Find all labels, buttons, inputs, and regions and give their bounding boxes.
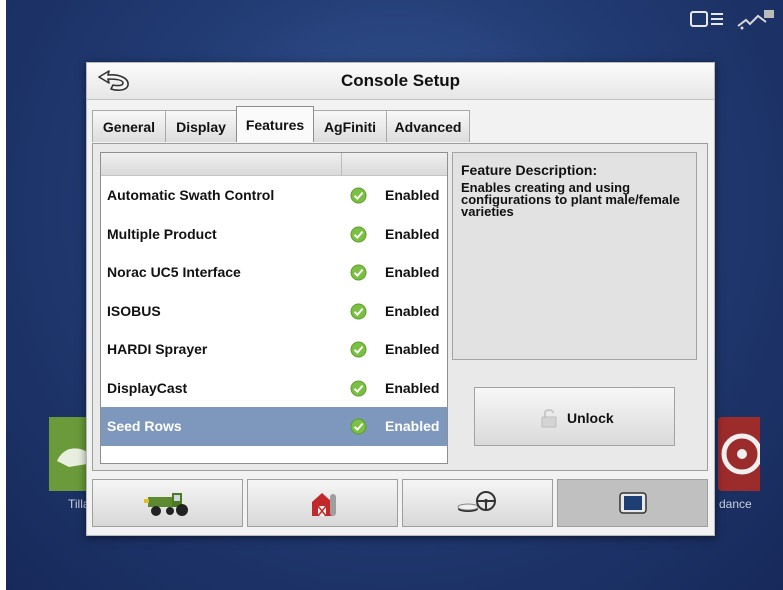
console-setup-dialog: Console Setup General Display Features A… bbox=[86, 62, 715, 536]
tab-features[interactable]: Features bbox=[236, 106, 314, 142]
tab-advanced[interactable]: Advanced bbox=[386, 110, 470, 142]
features-panel: Automatic Swath Control Enabled Multiple P… bbox=[92, 143, 708, 471]
feature-name: Multiple Product bbox=[107, 225, 217, 242]
feature-list-header bbox=[101, 153, 447, 176]
guidance-tile[interactable] bbox=[718, 417, 763, 491]
feature-description-text: Enables creating and using configuration… bbox=[461, 180, 680, 219]
title-bar: Console Setup bbox=[87, 63, 714, 100]
lock-icon bbox=[541, 409, 557, 428]
feature-row[interactable]: ISOBUS Enabled bbox=[101, 292, 447, 331]
feature-row[interactable]: Seed Rows Enabled bbox=[101, 407, 447, 446]
unlock-label: Unlock bbox=[567, 410, 614, 426]
feature-name: Norac UC5 Interface bbox=[107, 264, 241, 281]
farm-barn-icon bbox=[311, 493, 336, 517]
feature-row[interactable]: HARDI Sprayer Enabled bbox=[101, 330, 447, 369]
feature-name: ISOBUS bbox=[107, 302, 161, 319]
status-column-header bbox=[342, 153, 447, 175]
feature-status: Enabled bbox=[385, 264, 440, 281]
feature-name: DisplayCast bbox=[107, 379, 188, 396]
equipment-button[interactable] bbox=[92, 479, 243, 527]
guidance-steering-icon bbox=[457, 491, 496, 512]
check-icon bbox=[350, 418, 367, 435]
dialog-title: Console Setup bbox=[340, 71, 460, 90]
tab-strip: General Display Features AgFiniti Advanc… bbox=[92, 106, 470, 142]
feature-name: Automatic Swath Control bbox=[107, 187, 275, 204]
feature-name: HARDI Sprayer bbox=[107, 341, 208, 358]
feature-name: Seed Rows bbox=[107, 418, 182, 435]
feature-column-header bbox=[101, 153, 342, 175]
vehicle-icon[interactable] bbox=[687, 7, 729, 31]
check-icon bbox=[350, 187, 367, 204]
feature-status: Enabled bbox=[385, 341, 440, 358]
feature-row[interactable]: DisplayCast Enabled bbox=[101, 369, 447, 408]
gps-satellite-icon[interactable] bbox=[735, 7, 777, 31]
farm-button[interactable] bbox=[247, 479, 398, 527]
check-icon bbox=[350, 264, 367, 281]
feature-status: Enabled bbox=[385, 418, 440, 435]
feature-status: Enabled bbox=[385, 187, 440, 204]
guidance-button[interactable] bbox=[402, 479, 553, 527]
tractor-icon bbox=[143, 493, 188, 516]
feature-description-box: Feature Description: Enables creating an… bbox=[452, 152, 697, 360]
console-setup-button[interactable] bbox=[557, 479, 708, 527]
feature-rows: Automatic Swath Control Enabled Multiple P… bbox=[101, 176, 447, 446]
tab-agfiniti[interactable]: AgFiniti bbox=[313, 110, 387, 142]
check-icon bbox=[350, 226, 367, 242]
feature-row[interactable]: Multiple Product Enabled bbox=[101, 215, 447, 254]
guidance-tile-label: dance bbox=[719, 497, 752, 511]
unlock-button[interactable]: Unlock bbox=[474, 387, 675, 446]
bottom-toolbar bbox=[92, 479, 708, 527]
check-icon bbox=[350, 303, 367, 319]
display-console-icon bbox=[618, 492, 647, 514]
check-icon bbox=[350, 341, 367, 358]
tab-general[interactable]: General bbox=[92, 110, 166, 142]
feature-status: Enabled bbox=[385, 302, 440, 319]
feature-row[interactable]: Norac UC5 Interface Enabled bbox=[101, 253, 447, 292]
feature-status: Enabled bbox=[385, 379, 440, 396]
status-icons bbox=[687, 6, 777, 32]
feature-description-title: Feature Description: bbox=[461, 162, 598, 178]
check-icon bbox=[350, 380, 367, 396]
feature-list[interactable]: Automatic Swath Control Enabled Multiple P… bbox=[100, 152, 448, 464]
feature-row[interactable]: Automatic Swath Control Enabled bbox=[101, 176, 447, 215]
tab-display[interactable]: Display bbox=[165, 110, 237, 142]
feature-status: Enabled bbox=[385, 225, 440, 242]
